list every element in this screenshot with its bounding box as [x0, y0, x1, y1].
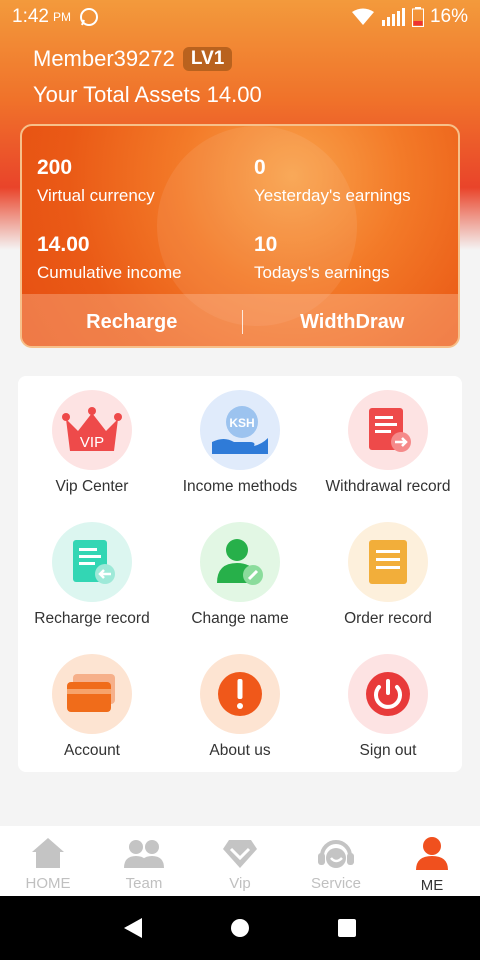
order-record-button[interactable]: Order record	[314, 508, 462, 640]
sign-out-button[interactable]: Sign out	[314, 640, 462, 772]
income-hand-icon: KSH	[200, 390, 280, 470]
stat-today-earnings: 10 Todays's earnings	[254, 233, 390, 283]
account-button[interactable]: Account	[18, 640, 166, 772]
tab-team[interactable]: Team	[96, 826, 192, 896]
ksh-icon-text: KSH	[229, 416, 254, 430]
stat-value: 10	[254, 233, 278, 256]
menu-label: Income methods	[182, 478, 298, 495]
menu-label: Sign out	[359, 742, 417, 759]
stat-label: Todays's earnings	[254, 263, 390, 282]
status-ampm: PM	[52, 10, 71, 24]
change-name-button[interactable]: Change name	[166, 508, 314, 640]
card-icon	[52, 654, 132, 734]
system-nav-bar	[0, 896, 480, 960]
status-time: 1:42	[12, 6, 49, 27]
recharge-record-button[interactable]: Recharge record	[18, 508, 166, 640]
stat-label: Yesterday's earnings	[254, 186, 411, 205]
person-icon	[416, 837, 448, 870]
team-icon	[124, 840, 164, 868]
vip-center-button[interactable]: VIP Vip Center	[18, 376, 166, 508]
menu-label: Change name	[191, 610, 289, 627]
level-badge: LV1	[182, 47, 233, 71]
tab-vip[interactable]: Vip	[192, 826, 288, 896]
power-icon	[348, 654, 428, 734]
total-assets: Your Total Assets 14.00	[33, 82, 262, 107]
stat-virtual-currency: 200 Virtual currency	[37, 156, 155, 206]
diamond-icon	[223, 840, 257, 868]
order-document-icon	[348, 522, 428, 602]
tab-home[interactable]: HOME	[0, 826, 96, 896]
tab-label: ME	[420, 877, 444, 894]
menu-label: About us	[209, 742, 271, 759]
withdraw-button[interactable]: WidthDraw	[243, 311, 459, 334]
tab-label: Vip	[229, 875, 251, 892]
about-us-button[interactable]: About us	[166, 640, 314, 772]
stat-label: Virtual currency	[37, 186, 155, 205]
menu-label: Withdrawal record	[325, 478, 451, 495]
user-edit-icon	[200, 522, 280, 602]
vip-icon-text: VIP	[80, 434, 104, 451]
stat-value: 14.00	[37, 233, 90, 256]
home-circle-icon[interactable]	[229, 917, 251, 939]
tab-service[interactable]: Service	[288, 826, 384, 896]
stat-yesterday-earnings: 0 Yesterday's earnings	[254, 156, 411, 206]
member-name: Member39272	[33, 46, 175, 71]
recharge-button[interactable]: Recharge	[22, 311, 242, 334]
member-info: Member39272 LV1	[33, 46, 233, 72]
whatsapp-icon	[79, 8, 98, 26]
stat-cumulative-income: 14.00 Cumulative income	[37, 233, 182, 283]
status-bar: 1:42 PM 16%	[0, 0, 480, 34]
menu-label: Recharge record	[34, 610, 150, 627]
back-icon[interactable]	[122, 916, 144, 940]
menu-grid: VIP Vip Center KSH Income methods Withdr…	[18, 376, 462, 772]
income-methods-button[interactable]: KSH Income methods	[166, 376, 314, 508]
vip-crown-icon: VIP	[52, 390, 132, 470]
tab-label: Service	[310, 875, 362, 892]
exclamation-icon	[200, 654, 280, 734]
menu-label: Order record	[344, 610, 432, 627]
home-icon	[32, 838, 64, 868]
tab-label: Team	[125, 875, 163, 892]
bottom-tab-bar: HOME Team Vip Service ME	[0, 826, 480, 896]
stat-value: 200	[37, 156, 73, 179]
battery-icon	[411, 7, 424, 27]
headset-icon	[318, 840, 354, 868]
signal-icon	[381, 8, 405, 26]
stats-card: 200 Virtual currency 0 Yesterday's earni…	[20, 124, 460, 348]
withdrawal-record-button[interactable]: Withdrawal record	[314, 376, 462, 508]
stat-label: Cumulative income	[37, 263, 182, 282]
wifi-icon	[351, 8, 374, 25]
card-actions: Recharge WidthDraw	[22, 294, 459, 346]
menu-label: Account	[63, 742, 120, 759]
battery-percent: 16%	[429, 6, 468, 27]
stat-value: 0	[254, 156, 266, 179]
menu-label: Vip Center	[55, 478, 129, 495]
tab-label: HOME	[25, 875, 71, 892]
recharge-document-icon	[52, 522, 132, 602]
recents-icon[interactable]	[336, 917, 358, 939]
withdrawal-document-icon	[348, 390, 428, 470]
tab-me[interactable]: ME	[384, 826, 480, 896]
